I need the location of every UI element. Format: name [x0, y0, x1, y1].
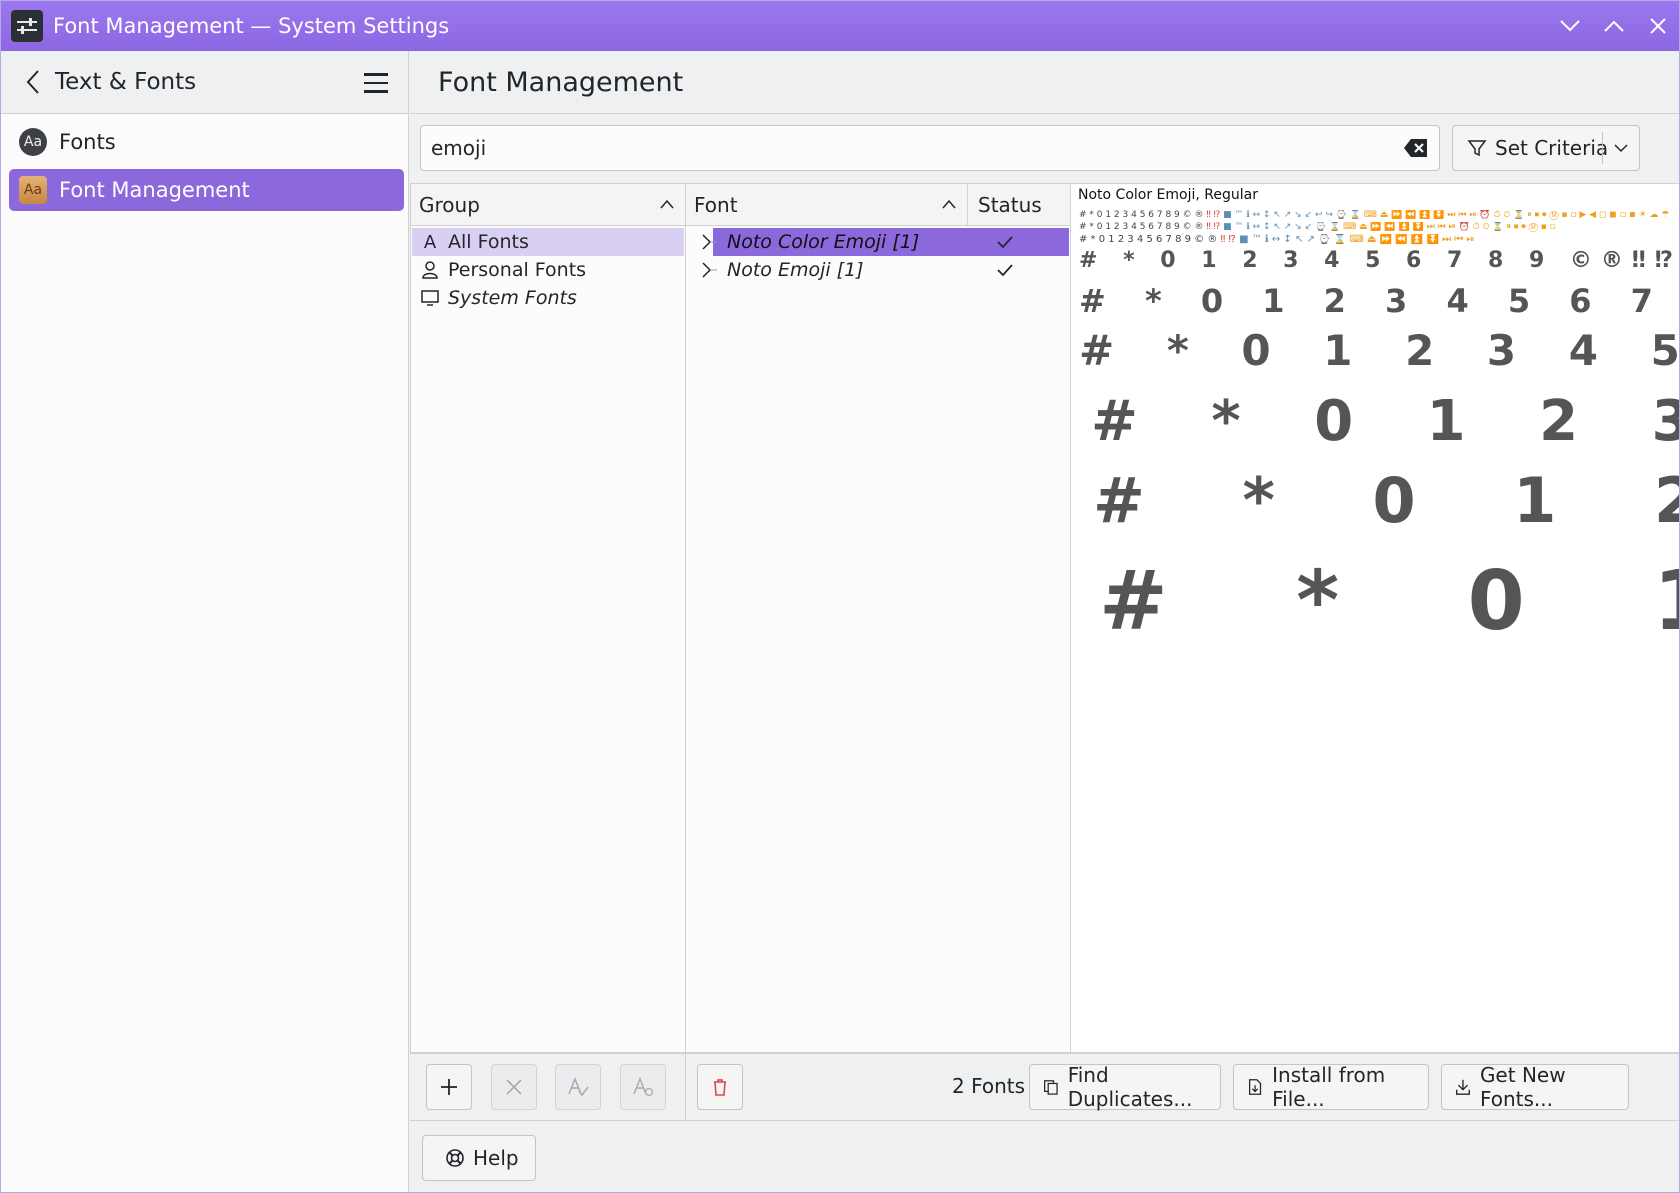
enable-group-button[interactable]: [555, 1064, 601, 1110]
font-column-header[interactable]: Font: [686, 184, 968, 226]
group-column-header[interactable]: Group: [411, 184, 685, 226]
sidebar-item-label: Fonts: [59, 130, 116, 154]
disable-group-button[interactable]: [620, 1064, 666, 1110]
sidebar-item-font-management[interactable]: Aa Font Management: [9, 169, 404, 211]
group-item-label: Personal Fonts: [448, 259, 587, 281]
font-name: Noto Emoji [1]: [727, 259, 864, 281]
remove-group-button[interactable]: [491, 1064, 537, 1110]
minimize-button[interactable]: [1557, 13, 1583, 39]
bottom-toolbar: 2 Fonts Find Duplicates... Install from …: [410, 1053, 1679, 1121]
plus-icon: [441, 1079, 457, 1095]
font-row-noto-color-emoji[interactable]: Noto Color Emoji [1]: [687, 228, 1069, 256]
hamburger-menu-icon[interactable]: [364, 73, 388, 93]
group-item-label: All Fonts: [448, 231, 529, 253]
sidebar-header: Text & Fonts: [1, 51, 408, 114]
find-duplicates-label: Find Duplicates...: [1067, 1063, 1193, 1111]
preview-line-5: # * 0 1 2 3: [1093, 464, 1679, 537]
font-name: Noto Color Emoji [1]: [727, 231, 920, 253]
window-title: Font Management — System Settings: [53, 14, 450, 38]
fonts-icon: Aa: [19, 128, 47, 156]
filter-icon: [1467, 140, 1487, 157]
set-criteria-label: Set Criteria: [1495, 136, 1609, 160]
monitor-icon: [421, 290, 439, 306]
trash-icon: [714, 1079, 726, 1096]
preview-charset-row: # * 0 1 2 3 4 5 6 7 8 9 © ® ‼ ⁉ ■ ™ ℹ ↔ …: [1079, 234, 1475, 245]
font-header-label: Font: [694, 192, 738, 217]
set-criteria-button[interactable]: Set Criteria: [1452, 125, 1640, 171]
file-install-icon: [1248, 1079, 1262, 1095]
search-input[interactable]: emoji: [420, 125, 1440, 171]
install-from-file-label: Install from File...: [1272, 1063, 1386, 1111]
back-arrow-icon[interactable]: [21, 67, 45, 97]
sidebar-header-title: Text & Fonts: [55, 69, 197, 95]
system-settings-app-icon: [11, 10, 43, 42]
group-item-all-fonts[interactable]: A All Fonts: [412, 228, 684, 256]
search-input-value: emoji: [431, 136, 487, 160]
get-new-fonts-label: Get New Fonts...: [1479, 1063, 1566, 1111]
preview-line-2: # * 0 1 2 3 4 5 6 7 8 9 ©: [1079, 282, 1679, 320]
page-title: Font Management: [438, 66, 684, 98]
user-icon: [422, 261, 438, 279]
get-new-fonts-button[interactable]: Get New Fonts...: [1441, 1063, 1629, 1111]
window-controls: [1557, 1, 1671, 51]
font-management-icon: Aa: [19, 176, 47, 204]
add-group-button[interactable]: [426, 1064, 472, 1110]
group-item-system-fonts[interactable]: System Fonts: [412, 284, 684, 312]
chevron-up-icon: [1604, 20, 1624, 32]
maximize-button[interactable]: [1601, 13, 1627, 39]
font-row-noto-emoji[interactable]: Noto Emoji [1]: [687, 256, 1069, 284]
expand-chevron-icon[interactable]: [695, 231, 717, 253]
group-item-personal-fonts[interactable]: Personal Fonts: [412, 256, 684, 284]
sidebar-item-label: Font Management: [59, 178, 250, 202]
font-enable-icon: [568, 1076, 589, 1097]
close-icon: [506, 1079, 522, 1095]
status-column-header[interactable]: Status: [968, 184, 1070, 226]
preview-charset-row: # * 0 1 2 3 4 5 6 7 8 9 © ® ‼ ⁉ ■ ™ ℹ ↔ …: [1079, 210, 1674, 220]
close-button[interactable]: [1645, 13, 1671, 39]
close-icon: [1650, 18, 1666, 34]
font-count: 2 Fonts: [952, 1074, 1026, 1098]
preview-title: Noto Color Emoji, Regular: [1078, 187, 1258, 203]
preview-line-6: # * 0 1 2: [1099, 554, 1679, 649]
sort-ascending-icon: [942, 199, 956, 209]
titlebar[interactable]: Font Management — System Settings: [1, 1, 1679, 51]
sort-ascending-icon: [660, 199, 674, 209]
preview-charset-row: # * 0 1 2 3 4 5 6 7 8 9 © ® ‼ ⁉ ■ ™ ℹ ↔ …: [1079, 222, 1556, 232]
group-header-label: Group: [419, 192, 480, 217]
find-duplicates-button[interactable]: Find Duplicates...: [1029, 1063, 1221, 1111]
font-list: Font Status Noto Color Emoji [1] Noto Em…: [685, 183, 1071, 1053]
preview-line-3: # * 0 1 2 3 4 5 6 7: [1079, 326, 1679, 375]
font-letter-icon: A: [423, 231, 437, 253]
download-icon: [1456, 1079, 1470, 1095]
chevron-down-icon: [1560, 20, 1580, 32]
install-from-file-button[interactable]: Install from File...: [1233, 1063, 1429, 1111]
system-settings-window: Font Management — System Settings Text &…: [0, 0, 1680, 1193]
expand-chevron-icon[interactable]: [695, 259, 717, 281]
group-item-label: System Fonts: [448, 287, 577, 309]
group-list: Group A All Fonts Personal Fonts System …: [410, 183, 686, 1053]
enabled-check-icon[interactable]: [995, 260, 1015, 280]
help-label: Help: [473, 1146, 519, 1170]
delete-font-button[interactable]: [697, 1064, 743, 1110]
font-disable-icon: [633, 1076, 654, 1097]
clear-text-icon[interactable]: [1403, 138, 1429, 158]
preview-line-1: # * 0 1 2 3 4 5 6 7 8 9 ©®‼⁉: [1079, 248, 1680, 273]
enabled-check-icon[interactable]: [995, 232, 1015, 252]
sidebar: Text & Fonts Aa Fonts Aa Font Management: [1, 51, 409, 1192]
sidebar-item-fonts[interactable]: Aa Fonts: [9, 121, 404, 163]
copy-icon: [1044, 1080, 1058, 1095]
help-button[interactable]: Help: [422, 1135, 536, 1181]
main-content: Font Management emoji Set Criteria Group…: [410, 51, 1680, 1192]
chevron-down-icon[interactable]: [1613, 140, 1629, 156]
preview-line-4: # * 0 1 2 3 4: [1091, 389, 1679, 454]
main-header: Font Management: [410, 51, 1679, 114]
status-header-label: Status: [978, 192, 1042, 217]
lifebuoy-icon: [446, 1149, 464, 1167]
font-preview: Noto Color Emoji, Regular # * 0 1 2 3 4 …: [1070, 183, 1680, 1053]
